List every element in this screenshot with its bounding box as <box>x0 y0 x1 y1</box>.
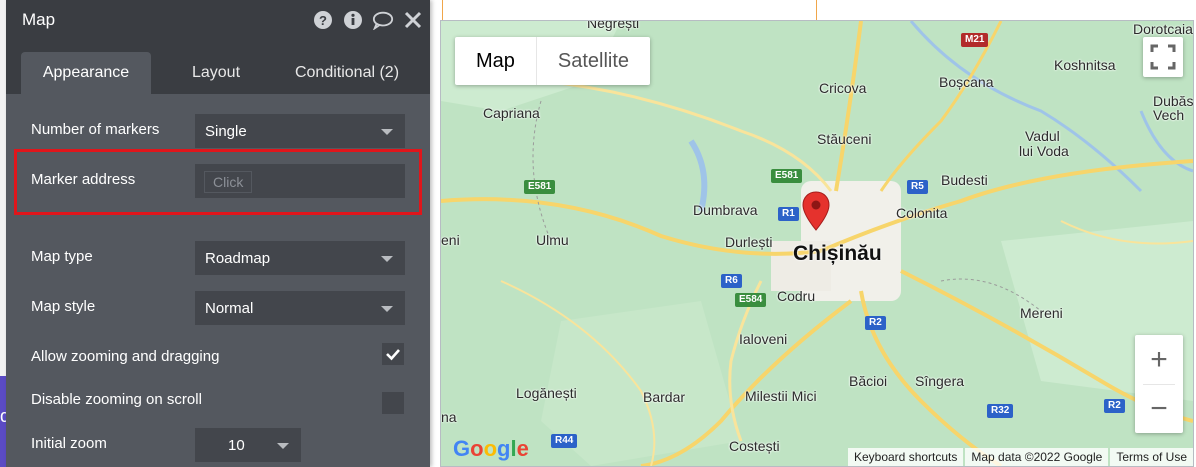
map-place-label: Budesti <box>941 172 988 188</box>
zoom-out-button[interactable]: − <box>1135 384 1183 433</box>
close-icon[interactable] <box>402 9 424 31</box>
initial-zoom-row: Initial zoom 10 <box>6 424 430 464</box>
map-type-toggle: Map Satellite <box>455 37 651 85</box>
tab-conditional[interactable]: Conditional (2) <box>282 52 412 94</box>
map-place-label: Colonita <box>896 205 948 221</box>
map-place-label: Dorotcaia <box>1133 21 1193 37</box>
map-place-label: Logănești <box>516 385 577 401</box>
map-style-value: Normal <box>205 300 254 317</box>
chevron-down-icon <box>277 443 289 449</box>
zoom-controls: + − <box>1135 335 1183 433</box>
map-place-label: lui Voda <box>1019 143 1069 159</box>
map-style-dropdown[interactable]: Normal <box>195 291 405 325</box>
map-place-label: Sîngera <box>915 373 965 389</box>
road-shield: E584 <box>735 293 767 307</box>
road-shield: R44 <box>551 434 578 448</box>
road-shield: M21 <box>961 33 989 47</box>
canvas-guide-line <box>816 0 817 20</box>
property-editor-panel: Map ? Appearance Layout Conditional (2) … <box>6 0 430 467</box>
tab-layout[interactable]: Layout <box>166 52 266 94</box>
map-place-label: Vech <box>1153 107 1185 123</box>
map-city-label-chisinau: Chișinău <box>793 242 882 265</box>
map-place-label: Milestii Mici <box>745 388 817 404</box>
map-data-credit: Map data ©2022 Google <box>965 448 1109 466</box>
map-place-label: Vadul <box>1025 128 1060 144</box>
map-place-label: Ulmu <box>536 232 569 248</box>
help-icon[interactable]: ? <box>312 9 334 31</box>
map-element[interactable]: Negrești Dorotcaia Koshnitsa Capriana Cr… <box>440 20 1194 467</box>
map-type-row: Map type Roadmap <box>6 237 430 277</box>
road-shield: R2 <box>1104 399 1125 413</box>
tab-appearance[interactable]: Appearance <box>21 52 151 94</box>
satellite-view-button[interactable]: Satellite <box>537 37 650 85</box>
number-of-markers-label: Number of markers <box>31 121 160 138</box>
zoom-in-button[interactable]: + <box>1135 335 1183 384</box>
road-shield: R1 <box>778 207 799 221</box>
map-place-label: Durlești <box>725 234 773 250</box>
map-place-label: Stăuceni <box>817 131 872 147</box>
map-type-value: Roadmap <box>205 250 271 267</box>
map-type-label: Map type <box>31 248 93 265</box>
map-place-label: Cricova <box>819 80 867 96</box>
road-shield: E581 <box>771 169 803 183</box>
initial-zoom-value: 10 <box>228 437 245 454</box>
map-marker-icon[interactable] <box>801 191 831 231</box>
map-place-label: Mereni <box>1020 305 1063 321</box>
map-type-dropdown[interactable]: Roadmap <box>195 241 405 275</box>
map-place-label: Negrești <box>587 20 640 31</box>
map-place-label: Bardar <box>643 389 686 405</box>
header-icon-group: ? <box>312 9 424 31</box>
road-shield: E581 <box>524 180 556 194</box>
keyboard-shortcuts-link[interactable]: Keyboard shortcuts <box>847 448 964 466</box>
terms-of-use-link[interactable]: Terms of Use <box>1110 448 1193 466</box>
map-style-row: Map style Normal <box>6 287 430 327</box>
initial-zoom-dropdown[interactable]: 10 <box>195 428 301 462</box>
allow-zooming-checkbox[interactable] <box>382 343 404 365</box>
map-attribution: Keyboard shortcuts Map data ©2022 Google… <box>846 448 1193 466</box>
fullscreen-button[interactable] <box>1143 37 1183 77</box>
map-place-label: eni <box>441 232 460 248</box>
checkmark-icon <box>386 349 400 361</box>
panel-tabs: Appearance Layout Conditional (2) <box>6 42 430 94</box>
road-shield: R2 <box>865 316 886 330</box>
map-view-button[interactable]: Map <box>455 37 537 85</box>
map-place-label: Capriana <box>483 105 540 121</box>
road-shield: R6 <box>721 274 742 288</box>
map-place-label: Dumbrava <box>693 202 758 218</box>
google-logo: Google <box>453 436 529 461</box>
map-place-label: Costești <box>729 438 780 454</box>
map-place-label: Codru <box>777 288 816 304</box>
chevron-down-icon <box>381 256 393 262</box>
fullscreen-icon <box>1150 44 1176 70</box>
info-icon[interactable] <box>342 9 364 31</box>
chevron-down-icon <box>381 129 393 135</box>
map-style-label: Map style <box>31 298 96 315</box>
number-of-markers-value: Single <box>205 123 247 140</box>
map-place-label: Băcioi <box>849 373 888 389</box>
comment-icon[interactable] <box>372 9 394 31</box>
canvas-guide-line <box>442 0 443 20</box>
map-place-label: Ialoveni <box>739 331 788 347</box>
allow-zooming-row: Allow zooming and dragging <box>6 337 430 377</box>
road-shield: R32 <box>987 404 1014 418</box>
number-of-markers-row: Number of markers Single <box>6 110 430 150</box>
marker-address-highlight <box>14 149 422 215</box>
map-place-label: na <box>441 409 457 425</box>
map-place-label: Koshnitsa <box>1054 57 1116 73</box>
initial-zoom-label: Initial zoom <box>31 435 107 452</box>
disable-zoom-scroll-checkbox[interactable] <box>382 392 404 414</box>
panel-header: Map ? <box>6 0 430 42</box>
svg-text:?: ? <box>319 13 327 28</box>
allow-zooming-label: Allow zooming and dragging <box>31 348 220 365</box>
number-of-markers-dropdown[interactable]: Single <box>195 114 405 148</box>
panel-title: Map <box>22 10 56 29</box>
disable-zoom-scroll-label: Disable zooming on scroll <box>31 391 202 408</box>
road-shield: R5 <box>907 180 928 194</box>
disable-zoom-scroll-row: Disable zooming on scroll <box>6 380 430 420</box>
chevron-down-icon <box>381 306 393 312</box>
map-place-label: Boșcana <box>939 74 994 90</box>
